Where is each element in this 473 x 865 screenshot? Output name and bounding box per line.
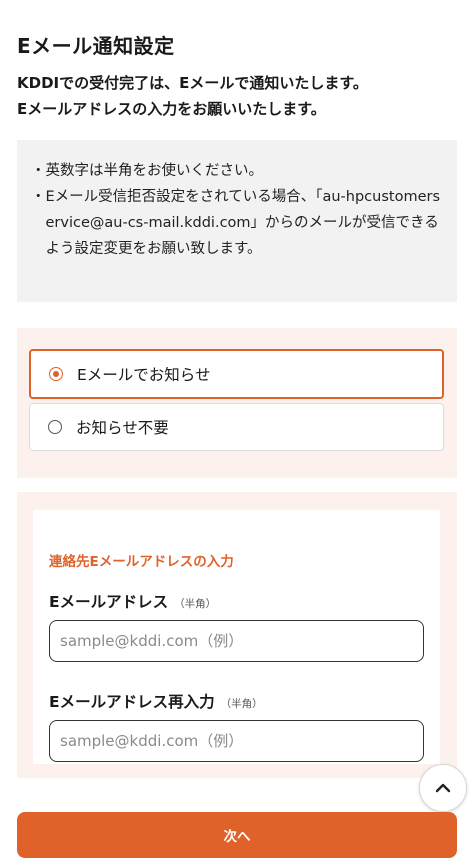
notes-box: ・ 英数字は半角をお使いください。 ・ Eメール受信拒否設定をされている場合、「…: [17, 140, 457, 302]
lead-text: KDDIでの受付完了は、Eメールで通知いたします。 Eメールアドレスの入力をお願…: [17, 70, 457, 122]
lead-line-2: Eメールアドレスの入力をお願いいたします。: [17, 100, 326, 118]
bullet: ・: [31, 163, 46, 179]
email-card: 連絡先Eメールアドレスの入力 Eメールアドレス （半角） Eメールアドレス再入力 （…: [33, 510, 440, 764]
page-title: Eメール通知設定: [17, 34, 175, 58]
email-label: Eメールアドレス （半角）: [49, 590, 216, 612]
lead-line-1: KDDIでの受付完了は、Eメールで通知いたします。: [17, 74, 368, 92]
email-confirm-field[interactable]: [49, 720, 424, 762]
note-text: 英数字は半角をお使いください。: [45, 163, 264, 179]
email-confirm-label-text: Eメールアドレス再入力: [49, 693, 215, 711]
radio-unselected-icon: [48, 420, 62, 434]
note-text: Eメール受信拒否設定をされている場合、「au-hpcustomerservice…: [45, 189, 441, 257]
section-label: 連絡先Eメールアドレスの入力: [49, 554, 234, 570]
chevron-up-icon: [435, 783, 451, 793]
email-input-panel: 連絡先Eメールアドレスの入力 Eメールアドレス （半角） Eメールアドレス再入力 （…: [17, 492, 457, 778]
radio-email-notify[interactable]: Eメールでお知らせ: [29, 349, 444, 399]
email-label-text: Eメールアドレス: [49, 593, 169, 611]
bullet: ・: [31, 189, 46, 205]
email-confirm-label: Eメールアドレス再入力 （半角）: [49, 690, 263, 712]
radio-no-notify[interactable]: お知らせ不要: [29, 403, 444, 451]
note-item: ・ 英数字は半角をお使いください。: [31, 158, 443, 184]
radio-label: Eメールでお知らせ: [77, 366, 211, 384]
radio-label: お知らせ不要: [76, 419, 169, 437]
note-item: ・ Eメール受信拒否設定をされている場合、「au-hpcustomerservi…: [31, 184, 443, 262]
notification-choice-panel: Eメールでお知らせ お知らせ不要: [17, 328, 457, 478]
email-field[interactable]: [49, 620, 424, 662]
next-button[interactable]: 次へ: [17, 812, 457, 858]
email-label-hint: （半角）: [174, 598, 217, 610]
email-confirm-label-hint: （半角）: [220, 698, 263, 710]
scroll-to-top-button[interactable]: [419, 764, 467, 812]
radio-selected-icon: [49, 367, 63, 381]
